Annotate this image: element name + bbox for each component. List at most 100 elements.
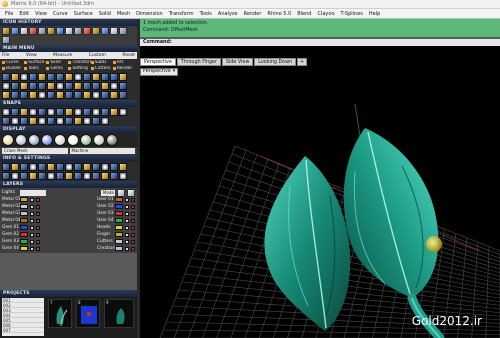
- history-tool-icon[interactable]: [119, 27, 127, 35]
- layer-visible-checkbox[interactable]: [30, 246, 34, 251]
- tool-icon[interactable]: [29, 91, 37, 99]
- snap-icon[interactable]: [119, 108, 127, 116]
- tool-icon[interactable]: [110, 73, 118, 81]
- layer-lock-icon[interactable]: [131, 246, 135, 251]
- project-thumbnail[interactable]: 9: [104, 299, 134, 328]
- tool-icon[interactable]: [2, 73, 10, 81]
- layer-row[interactable]: Finger: [97, 231, 135, 238]
- layer-lock-icon[interactable]: [131, 225, 135, 230]
- snap-icon[interactable]: [47, 117, 55, 125]
- menu-item[interactable]: File: [2, 11, 16, 17]
- info-settings-header[interactable]: INFO & SETTINGS: [0, 155, 137, 162]
- tool-icon[interactable]: [74, 73, 82, 81]
- main-menu-header[interactable]: MAIN MENU: [0, 45, 137, 52]
- layer-color-swatch[interactable]: [115, 239, 123, 244]
- snap-icon[interactable]: [2, 117, 10, 125]
- menu-item[interactable]: Curve: [50, 11, 71, 17]
- layer-visible-checkbox[interactable]: [30, 225, 34, 230]
- history-tool-icon[interactable]: [101, 27, 109, 35]
- layer-row[interactable]: User 04: [97, 217, 135, 224]
- tool-icon[interactable]: [119, 73, 127, 81]
- display-mode-icon[interactable]: [80, 134, 92, 146]
- display-mode-icon[interactable]: [41, 134, 53, 146]
- display-style-select[interactable]: Machine: [69, 148, 135, 154]
- menu-item[interactable]: Render: [241, 11, 265, 17]
- snap-icon[interactable]: [56, 108, 64, 116]
- snap-icon[interactable]: [2, 108, 10, 116]
- menu-item[interactable]: T-Splines: [338, 11, 366, 17]
- layer-color-swatch[interactable]: [115, 232, 123, 237]
- tool-icon[interactable]: [83, 73, 91, 81]
- layer-color-swatch[interactable]: [20, 204, 28, 209]
- snap-icon[interactable]: [65, 117, 73, 125]
- tool-icon[interactable]: [11, 91, 19, 99]
- display-header[interactable]: DISPLAY: [0, 126, 137, 133]
- tool-icon[interactable]: [56, 73, 64, 81]
- main-menu-category[interactable]: Cutters: [90, 66, 113, 71]
- layer-visible-checkbox[interactable]: [30, 239, 34, 244]
- layer-lock-icon[interactable]: [131, 197, 135, 202]
- layer-lock-icon[interactable]: [36, 197, 40, 202]
- settings-icon[interactable]: [110, 163, 118, 171]
- layer-lock-icon[interactable]: [36, 225, 40, 230]
- main-menu-category[interactable]: Gems: [46, 66, 68, 71]
- layer-row[interactable]: Creation: [97, 245, 135, 252]
- menu-item[interactable]: View: [32, 11, 50, 17]
- menu-item[interactable]: Blend: [294, 11, 314, 17]
- main-menu-category[interactable]: Setting: [68, 66, 90, 71]
- settings-icon[interactable]: [74, 163, 82, 171]
- snap-icon[interactable]: [38, 117, 46, 125]
- settings-icon[interactable]: [20, 163, 28, 171]
- viewport-tab[interactable]: Looking Down: [254, 58, 297, 66]
- main-menu-category[interactable]: SubD: [90, 60, 113, 65]
- layer-lock-icon[interactable]: [131, 211, 135, 216]
- tool-icon[interactable]: [56, 91, 64, 99]
- settings-icon[interactable]: [119, 172, 127, 180]
- display-mode-icon[interactable]: [106, 134, 118, 146]
- main-menu-category[interactable]: Curve: [2, 60, 24, 65]
- settings-icon[interactable]: [2, 163, 10, 171]
- tool-icon[interactable]: [11, 82, 19, 90]
- layer-visible-checkbox[interactable]: [125, 239, 129, 244]
- layer-lock-icon[interactable]: [36, 246, 40, 251]
- main-menu-category[interactable]: Art: [112, 60, 135, 65]
- layer-visible-checkbox[interactable]: [125, 211, 129, 216]
- main-menu-category[interactable]: Tools: [24, 66, 46, 71]
- project-list-item[interactable]: 007: [2, 328, 44, 333]
- layer-row[interactable]: Gem 01: [2, 224, 40, 231]
- icon-history-header[interactable]: ICON HISTORY: [0, 19, 137, 26]
- layer-lock-icon[interactable]: [131, 239, 135, 244]
- settings-icon[interactable]: [11, 163, 19, 171]
- history-tool-icon[interactable]: [2, 27, 10, 35]
- snap-icon[interactable]: [110, 108, 118, 116]
- layer-visible-checkbox[interactable]: [125, 204, 129, 209]
- layer-color-swatch[interactable]: [20, 246, 28, 251]
- snap-icon[interactable]: [74, 117, 82, 125]
- snap-icon[interactable]: [29, 108, 37, 116]
- settings-icon[interactable]: [47, 172, 55, 180]
- settings-icon[interactable]: [101, 163, 109, 171]
- history-tool-icon[interactable]: [65, 27, 73, 35]
- menu-item[interactable]: Help: [366, 11, 383, 17]
- settings-icon[interactable]: [65, 172, 73, 180]
- settings-icon[interactable]: [11, 172, 19, 180]
- menu-item[interactable]: Analyze: [215, 11, 241, 17]
- menu-item[interactable]: Dimension: [133, 11, 166, 17]
- snap-icon[interactable]: [56, 117, 64, 125]
- settings-icon[interactable]: [56, 163, 64, 171]
- display-mode-icon[interactable]: [93, 134, 105, 146]
- snap-icon[interactable]: [83, 117, 91, 125]
- main-menu-item[interactable]: Custom: [89, 53, 106, 58]
- layer-row[interactable]: Gem 04: [2, 245, 40, 252]
- lights-select[interactable]: [20, 189, 46, 196]
- snap-icon[interactable]: [83, 108, 91, 116]
- settings-icon[interactable]: [29, 163, 37, 171]
- snap-icon[interactable]: [29, 117, 37, 125]
- viewport-tab[interactable]: Side View: [221, 58, 254, 66]
- tool-icon[interactable]: [92, 82, 100, 90]
- settings-icon[interactable]: [92, 163, 100, 171]
- layer-row[interactable]: Metal 03: [2, 210, 40, 217]
- menu-item[interactable]: Transform: [166, 11, 197, 17]
- tool-icon[interactable]: [92, 91, 100, 99]
- display-mode-icon[interactable]: [15, 134, 27, 146]
